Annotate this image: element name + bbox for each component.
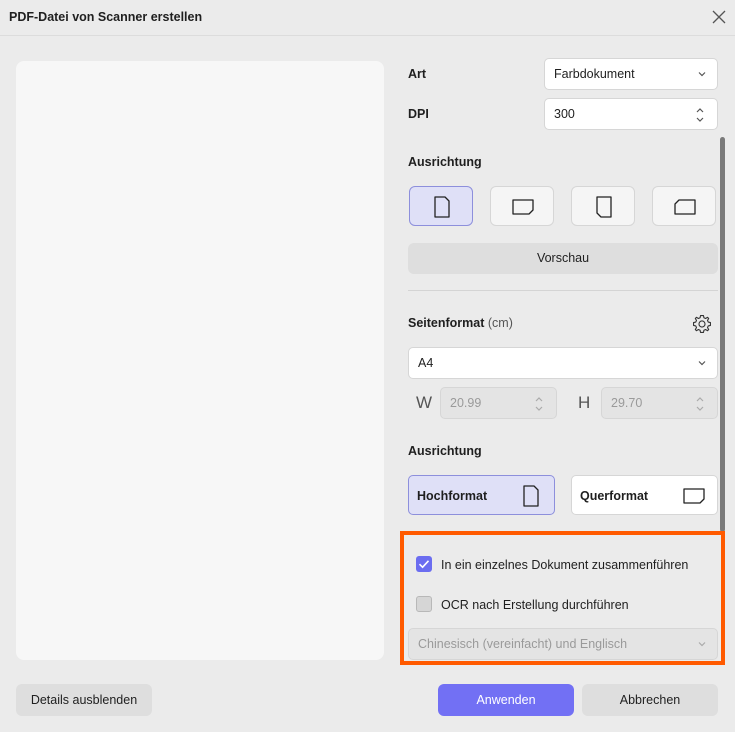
- type-value: Farbdokument: [554, 67, 635, 81]
- portrait-format-label: Hochformat: [417, 489, 488, 503]
- apply-button[interactable]: Anwenden: [438, 684, 574, 716]
- portrait-page-icon: [523, 485, 539, 507]
- rotate-right-icon: [674, 199, 696, 215]
- page-format-label: Seitenformat (cm): [408, 316, 513, 330]
- chevron-down-icon: [698, 361, 706, 366]
- stepper-arrows-icon[interactable]: [695, 105, 705, 125]
- page-format-title: Seitenformat: [408, 316, 485, 330]
- landscape-page-icon: [683, 488, 705, 504]
- portrait-icon: [434, 196, 450, 218]
- width-label: W: [416, 393, 433, 412]
- width-value: 20.99: [450, 396, 482, 410]
- chevron-down-icon: [698, 72, 706, 77]
- page-orientation-label: Ausrichtung: [408, 444, 482, 458]
- dpi-value: 300: [554, 107, 575, 121]
- landscape-format-button[interactable]: Querformat: [571, 475, 718, 515]
- page-format-unit: (cm): [487, 316, 513, 330]
- orientation-rotate-left-button[interactable]: [571, 186, 635, 226]
- scan-preview-area: [16, 61, 384, 660]
- cancel-button[interactable]: Abbrechen: [582, 684, 718, 716]
- height-stepper[interactable]: 29.70: [601, 387, 718, 419]
- orientation-landscape-button[interactable]: [490, 186, 554, 226]
- orientation-portrait-button[interactable]: [409, 186, 473, 226]
- options-highlight-frame: [400, 531, 725, 665]
- rotate-left-icon: [596, 196, 612, 218]
- stepper-arrows-icon: [696, 397, 704, 411]
- type-label: Art: [408, 67, 427, 81]
- scan-orientation-label: Ausrichtung: [408, 155, 482, 169]
- landscape-icon: [512, 199, 534, 215]
- section-divider: [408, 290, 718, 291]
- close-icon[interactable]: [709, 7, 729, 27]
- orientation-rotate-right-button[interactable]: [652, 186, 716, 226]
- page-size-value: A4: [418, 356, 434, 370]
- landscape-format-label: Querformat: [580, 489, 649, 503]
- dialog-title: PDF-Datei von Scanner erstellen: [9, 10, 203, 24]
- title-bar: PDF-Datei von Scanner erstellen: [0, 0, 735, 36]
- settings-scrollbar[interactable]: [720, 137, 725, 532]
- preview-button[interactable]: Vorschau: [408, 243, 718, 274]
- type-select[interactable]: Farbdokument: [544, 58, 718, 90]
- dpi-stepper[interactable]: 300: [544, 98, 718, 130]
- portrait-format-button[interactable]: Hochformat: [408, 475, 555, 515]
- stepper-arrows-icon: [535, 397, 543, 411]
- hide-details-button[interactable]: Details ausblenden: [16, 684, 152, 716]
- dpi-label: DPI: [408, 107, 429, 121]
- height-value: 29.70: [611, 396, 643, 410]
- page-size-select[interactable]: A4: [408, 347, 718, 379]
- height-label: H: [578, 393, 591, 412]
- width-stepper[interactable]: 20.99: [440, 387, 557, 419]
- gear-icon[interactable]: [691, 313, 713, 335]
